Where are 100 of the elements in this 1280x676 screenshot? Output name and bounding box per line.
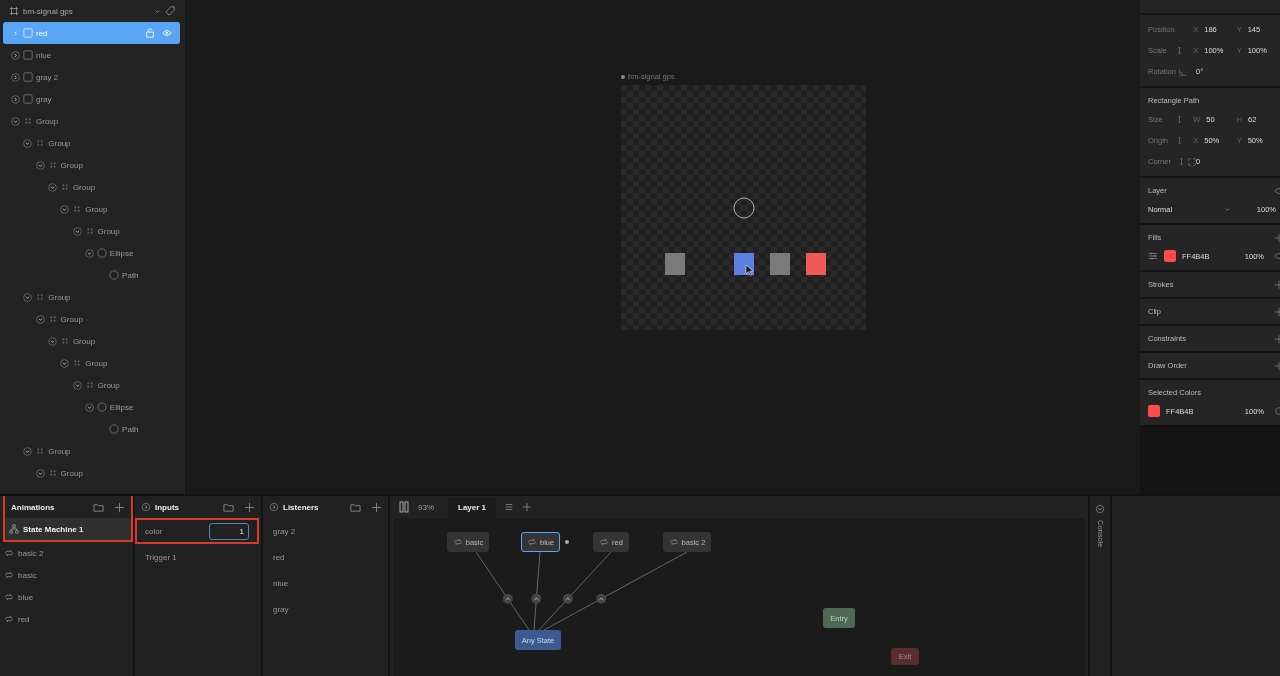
layer-name: Group (97, 226, 120, 236)
input-name: color (145, 526, 163, 536)
layer-row[interactable]: Group (0, 220, 181, 242)
collapse-toggle-icon[interactable] (11, 50, 20, 60)
loop-icon (4, 548, 14, 558)
menu-icon[interactable] (504, 502, 515, 512)
layer-row[interactable]: Group (0, 374, 181, 396)
layer-row[interactable]: Path (0, 418, 181, 440)
caret-icon[interactable] (1224, 205, 1231, 213)
collapse-icon[interactable] (141, 502, 151, 512)
layer-row[interactable]: Group (0, 330, 181, 352)
layer-row[interactable]: Group (0, 286, 181, 308)
layer-name: Ellipse (109, 248, 134, 258)
expand-toggle-icon[interactable] (47, 182, 57, 192)
state-machine-item[interactable]: State Machine 1 (5, 518, 131, 540)
layer-row[interactable]: gray (0, 88, 181, 110)
tag-icon[interactable] (165, 6, 175, 16)
collapse-icon[interactable] (1095, 504, 1105, 514)
layer-row[interactable]: nlue (0, 44, 181, 66)
animation-item[interactable]: basic (0, 564, 133, 586)
input-row[interactable]: Trigger 1 (135, 544, 261, 570)
layer-row[interactable]: Group (0, 308, 181, 330)
expand-toggle-icon[interactable] (11, 116, 20, 126)
color-swatch[interactable] (1148, 405, 1160, 417)
layer-row[interactable]: Group (0, 440, 181, 462)
unlock-icon[interactable] (145, 28, 155, 38)
collapse-toggle-icon[interactable] (11, 72, 20, 82)
layer-row[interactable]: Ellipse (0, 242, 181, 264)
listener-item[interactable]: nlue (263, 570, 388, 596)
loop-icon (599, 537, 610, 547)
group-icon (72, 358, 83, 368)
artboard-name[interactable]: bm-signal gps (23, 6, 150, 16)
sliders-icon[interactable] (1148, 251, 1158, 261)
expand-toggle-icon[interactable] (84, 248, 94, 258)
layer-name: Ellipse (109, 402, 134, 412)
layer-name: Group (72, 182, 96, 192)
expand-toggle-icon[interactable] (23, 446, 33, 456)
layer-row[interactable]: Group (0, 110, 181, 132)
transition-connector[interactable] (475, 551, 530, 631)
number-field[interactable]: 1 (209, 522, 249, 540)
connection-handle[interactable] (565, 540, 569, 544)
listener-item[interactable]: red (263, 544, 388, 570)
link-icon[interactable] (1176, 116, 1184, 123)
expand-toggle-icon[interactable] (72, 380, 82, 390)
listener-item[interactable]: gray (263, 596, 388, 622)
expand-toggle-icon[interactable] (23, 292, 33, 302)
layer-name: Group (72, 336, 96, 346)
layer-tab[interactable]: Layer 1 (448, 496, 497, 518)
expand-toggle-icon[interactable] (60, 204, 70, 214)
layer-row[interactable]: gray 2 (0, 66, 181, 88)
expand-toggle-icon[interactable] (47, 336, 57, 346)
layer-row[interactable]: Group (0, 132, 181, 154)
zoom-level[interactable]: 93% (418, 502, 434, 512)
caret-icon[interactable] (154, 7, 161, 15)
link-icon[interactable] (1176, 137, 1184, 144)
transition-connector[interactable] (543, 551, 688, 631)
layer-name: Group (48, 446, 71, 456)
animation-item[interactable]: blue (0, 586, 133, 608)
input-row[interactable]: color 1 (135, 518, 259, 544)
expand-toggle-icon[interactable] (23, 138, 33, 148)
layer-name: Group (85, 358, 108, 368)
expand-toggle-icon[interactable] (35, 314, 45, 324)
animation-item[interactable]: red (0, 608, 133, 630)
layer-name: Path (122, 270, 139, 280)
expand-toggle-icon[interactable] (35, 468, 45, 478)
transition-connector[interactable] (531, 551, 542, 631)
layer-row[interactable]: Ellipse (0, 396, 181, 418)
folder-icon[interactable] (223, 501, 234, 513)
layer-row[interactable]: Group (0, 176, 181, 198)
color-swatch[interactable] (1164, 250, 1176, 262)
cursor-icon (745, 264, 754, 276)
layer-row[interactable]: Group (0, 154, 181, 176)
rectangle-icon (23, 50, 33, 60)
collapse-toggle-icon[interactable] (11, 94, 20, 104)
layer-row[interactable]: Group (0, 352, 181, 374)
expand-toggle-icon[interactable] (72, 226, 82, 236)
transition-connector[interactable] (538, 551, 612, 631)
eye-icon[interactable] (162, 28, 172, 38)
layer-row[interactable]: Path (0, 264, 181, 286)
plus-icon[interactable] (244, 501, 255, 513)
expand-toggle-icon[interactable] (84, 402, 94, 412)
panel-title: Listeners (283, 502, 319, 512)
listener-item[interactable]: gray 2 (263, 518, 388, 544)
corner-icon (1187, 156, 1197, 167)
pause-icon[interactable] (398, 501, 410, 513)
expand-toggle-icon[interactable] (35, 160, 45, 170)
folder-icon[interactable] (93, 501, 104, 513)
link-icon[interactable] (1178, 158, 1185, 165)
link-icon[interactable] (1176, 47, 1184, 54)
plus-icon[interactable] (371, 501, 382, 513)
layer-row[interactable]: Group (0, 462, 181, 484)
folder-icon[interactable] (350, 501, 361, 513)
loop-icon (668, 537, 679, 547)
plus-icon[interactable] (114, 501, 125, 513)
layer-row[interactable]: Group (0, 198, 181, 220)
animation-item[interactable]: basic 2 (0, 542, 133, 564)
collapse-icon[interactable] (269, 502, 279, 512)
plus-icon[interactable] (522, 502, 533, 512)
rectangle-icon (23, 94, 33, 104)
expand-toggle-icon[interactable] (60, 358, 70, 368)
